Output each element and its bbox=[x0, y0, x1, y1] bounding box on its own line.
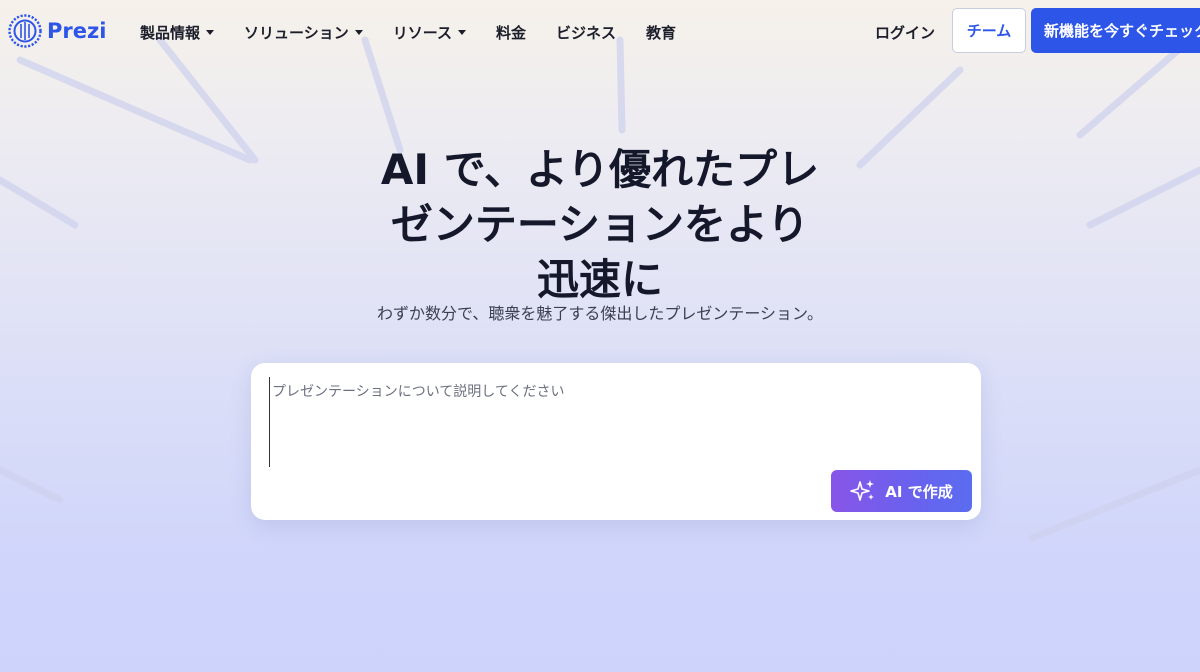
hero-title: AI で、より優れたプレ ゼンテーションをより 迅速に bbox=[350, 142, 850, 307]
nav-resources-label: リソース bbox=[392, 23, 452, 42]
create-with-ai-button[interactable]: AI で作成 bbox=[831, 470, 972, 512]
nav-pricing-label: 料金 bbox=[495, 23, 526, 42]
hero-subtitle: わずか数分で、聴衆を魅了する傑出したプレゼンテーション。 bbox=[376, 304, 824, 323]
create-with-ai-label: AI で作成 bbox=[885, 482, 953, 501]
login-link[interactable]: ログイン bbox=[875, 22, 935, 43]
nav-education[interactable]: 教育 bbox=[646, 22, 676, 43]
nav-products-label: 製品情報 bbox=[140, 23, 201, 42]
try-new-features-button[interactable]: 新機能を今すぐチェック bbox=[1031, 8, 1200, 53]
presentation-description-input[interactable] bbox=[269, 377, 959, 467]
page: Prezi 製品情報 ソリューション リソース 料金 ビジネス 教育 ログイン … bbox=[0, 0, 1200, 672]
background-rays bbox=[0, 36, 1200, 542]
sparkle-icon bbox=[850, 480, 875, 501]
team-button[interactable]: チーム bbox=[952, 8, 1026, 53]
chevron-down-icon bbox=[457, 29, 466, 35]
nav-business-label: ビジネス bbox=[556, 23, 617, 42]
hero-title-line-3: 迅速に bbox=[536, 255, 663, 304]
top-navigation: Prezi 製品情報 ソリューション リソース 料金 ビジネス 教育 ログイン … bbox=[0, 0, 1200, 62]
nav-products[interactable]: 製品情報 bbox=[140, 22, 215, 43]
hero-title-line-1: AI で、より優れたプレ bbox=[380, 145, 820, 194]
hero-title-line-2: ゼンテーションをより bbox=[390, 200, 810, 249]
nav-pricing[interactable]: 料金 bbox=[496, 22, 526, 43]
prezi-logo-icon bbox=[8, 14, 42, 48]
chevron-down-icon bbox=[354, 29, 363, 35]
nav-education-label: 教育 bbox=[646, 23, 677, 42]
logo-text: Prezi bbox=[47, 19, 107, 43]
chevron-down-icon bbox=[206, 29, 215, 35]
nav-solutions-label: ソリューション bbox=[244, 23, 349, 42]
prezi-logo[interactable]: Prezi bbox=[8, 13, 106, 49]
nav-solutions[interactable]: ソリューション bbox=[244, 22, 363, 43]
main-nav: 製品情報 ソリューション リソース 料金 ビジネス 教育 bbox=[140, 20, 706, 44]
nav-resources[interactable]: リソース bbox=[393, 22, 466, 43]
ai-prompt-card: AI で作成 bbox=[251, 363, 981, 520]
nav-business[interactable]: ビジネス bbox=[556, 22, 616, 43]
